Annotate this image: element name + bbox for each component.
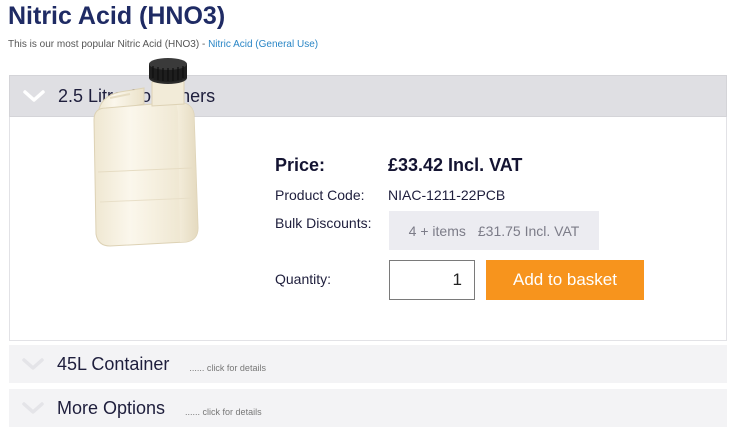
add-to-basket-button[interactable]: Add to basket — [486, 260, 644, 300]
accordion-header-45l-container[interactable]: 45L Container ...... click for details — [9, 345, 727, 383]
price-label: Price: — [275, 155, 326, 175]
accordion-label: 45L Container — [57, 353, 170, 374]
quantity-input[interactable] — [389, 260, 475, 300]
accordion-hint: ...... click for details — [189, 363, 266, 373]
page-subtitle: This is our most popular Nitric Acid (HN… — [8, 39, 318, 50]
bulk-discount-price: £31.75 Incl. VAT — [477, 222, 580, 239]
page-title: Nitric Acid (HNO3) — [8, 2, 226, 30]
accordion-label: More Options — [57, 397, 166, 418]
bulk-discount-quantity: 4 + items — [408, 222, 466, 239]
product-code-value: NIAC-1211-22PCB — [388, 187, 506, 203]
product-code-label: Product Code: — [275, 187, 365, 203]
bulk-discounts-label: Bulk Discounts: — [275, 215, 372, 231]
product-image — [93, 58, 199, 247]
chevron-down-icon — [9, 345, 57, 383]
accordion-header-more-options[interactable]: More Options ...... click for details — [9, 389, 727, 427]
bulk-discount-box: 4 + items £31.75 Incl. VAT — [389, 211, 599, 250]
accordion-hint: ...... click for details — [185, 407, 262, 417]
chevron-down-icon — [9, 389, 57, 427]
subtitle-text: This is our most popular Nitric Acid (HN… — [8, 39, 209, 50]
price-value: £33.42 Incl. VAT — [388, 155, 523, 175]
subtitle-link[interactable]: Nitric Acid (General Use) — [208, 39, 318, 50]
chevron-down-icon — [10, 76, 58, 116]
quantity-label: Quantity: — [275, 271, 332, 287]
